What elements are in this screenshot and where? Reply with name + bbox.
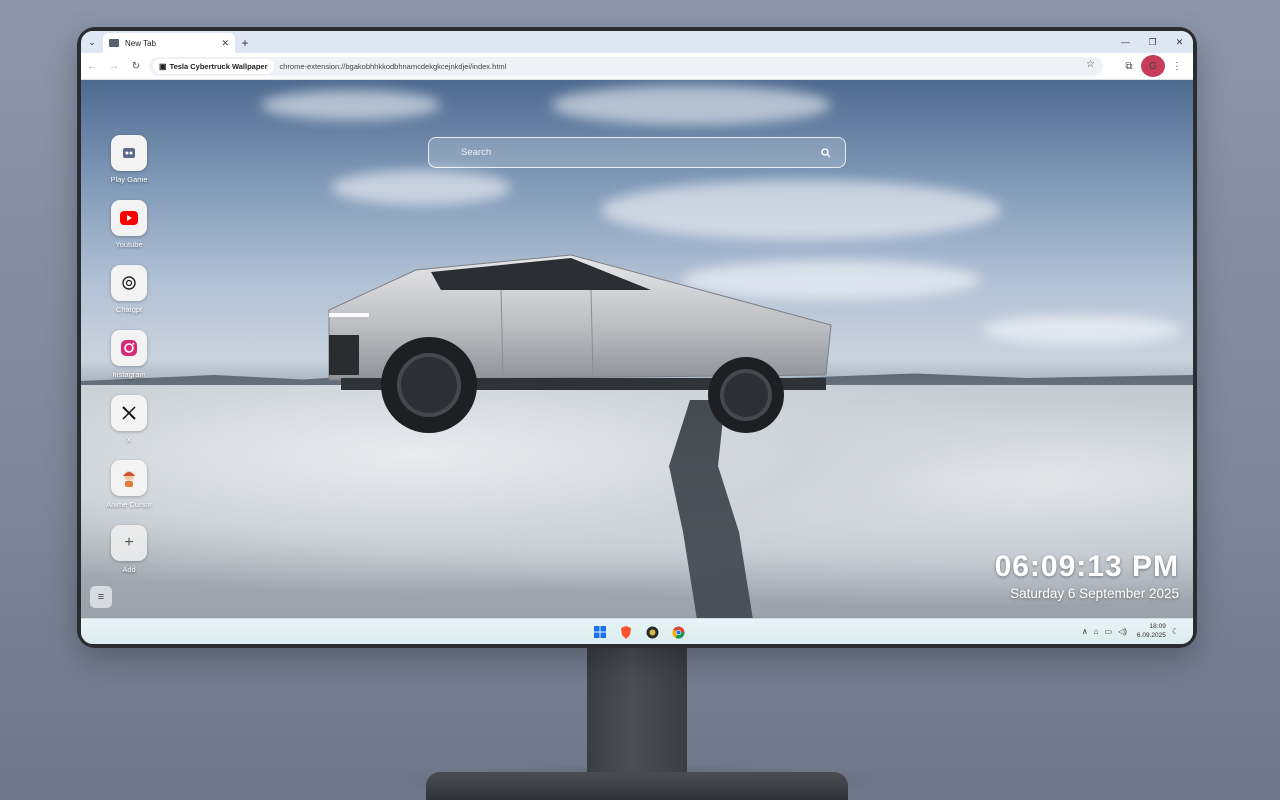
shortcut-instagram[interactable]: Instagram [103,330,155,385]
url-text: chrome-extension://bgakobhhkkodbhnamcdek… [279,62,507,71]
search-input[interactable] [461,147,819,158]
youtube-icon [111,200,147,236]
browser-toolbar: ← → ↻ ▣ Tesla Cybertruck Wallpaper chrom… [81,53,1193,80]
close-tab-icon[interactable]: ✕ [221,38,229,49]
shortcut-youtube[interactable]: Youtube [103,200,155,255]
game-icon [111,135,147,171]
taskbar-apps [587,623,691,641]
clock-widget: 06:09:13 PM Saturday 6 September 2025 [995,550,1179,601]
network-icon[interactable]: ⌂ [1094,627,1099,636]
shortcut-label: Add [122,565,136,574]
shortcut-anime-cursor[interactable]: Anime Cursor [103,460,155,515]
window-controls: — ❐ ✕ [1112,31,1193,53]
profile-avatar: G [1141,55,1165,77]
more-menu-icon[interactable]: ⋮ [1165,55,1189,77]
cloud-shape [601,180,1001,240]
new-tab-button[interactable]: + [235,33,255,53]
site-chip-label: Tesla Cybertruck Wallpaper [169,62,268,71]
forward-arrow-icon[interactable]: → [103,55,125,77]
windows-start-icon[interactable] [587,623,613,641]
bookmark-star-icon[interactable]: ☆ [1086,59,1095,70]
system-tray: ∧ ⌂ ▭ ◁) 18:09 6.09.2025 ☾ [1082,622,1185,640]
search-bar[interactable] [428,137,846,168]
chatgpt-icon [111,265,147,301]
chevron-up-icon[interactable]: ∧ [1082,627,1088,636]
cloud-shape [981,315,1181,345]
cloud-shape [331,170,511,205]
tab-favicon-icon [109,39,119,47]
shortcut-play-game[interactable]: Play Game [103,135,155,190]
minimize-icon[interactable]: — [1112,31,1139,53]
toolbar-actions: ⧉ G ⋮ [1117,55,1189,77]
back-arrow-icon[interactable]: ← [81,55,103,77]
tab-search-button[interactable]: ⌄ [81,31,103,53]
taskbar-date: 6.09.2025 [1136,632,1166,639]
chrome-browser-icon[interactable] [665,623,691,641]
shortcut-label: Instagram [112,370,146,379]
clock-date: Saturday 6 September 2025 [1010,586,1179,601]
address-bar[interactable]: ▣ Tesla Cybertruck Wallpaper chrome-exte… [149,57,1103,76]
rear-wheel [708,357,784,433]
reload-icon[interactable]: ↻ [125,55,147,77]
display-icon[interactable]: ▭ [1105,627,1113,636]
search-icon[interactable] [819,146,833,160]
extensions-puzzle-icon[interactable]: ⧉ [1117,55,1141,77]
cloud-shape [551,85,831,125]
shortcut-x[interactable]: X [103,395,155,450]
anime-cursor-icon [111,460,147,496]
tab-title: New Tab [125,38,156,48]
extension-page-icon: ▣ [159,62,167,71]
clock-time: 06:09:13 PM [994,550,1179,583]
plus-icon: + [111,525,147,561]
shortcut-add[interactable]: + Add [103,525,155,580]
site-info-chip[interactable]: ▣ Tesla Cybertruck Wallpaper [153,59,274,74]
front-wheel [381,337,477,433]
shortcut-list: Play Game Youtube Chatgpt Instagram X An… [103,135,155,590]
cloud-shape [261,90,441,120]
shortcut-chatgpt[interactable]: Chatgpt [103,265,155,320]
tab-strip: ⌄ New Tab ✕ + — ❐ ✕ [81,31,1193,53]
shortcut-label: X [126,435,132,444]
profile-button[interactable]: G [1141,55,1165,77]
instagram-icon [111,330,147,366]
monitor-stand-base [426,772,848,800]
cybertruck-image [328,254,832,433]
new-tab-page: Play Game Youtube Chatgpt Instagram [81,80,1193,618]
taskbar-time: 18:09 [1149,623,1166,630]
x-icon [111,395,147,431]
windows-taskbar: ∧ ⌂ ▭ ◁) 18:09 6.09.2025 ☾ [81,618,1193,644]
taskbar-clock[interactable]: 18:09 6.09.2025 [1137,622,1166,640]
shortcut-label: Youtube [115,240,143,249]
monitor-screen: ⌄ New Tab ✕ + — ❐ ✕ ← → ↻ ▣ Tesla Cybert… [81,31,1193,644]
tab-new-tab[interactable]: New Tab ✕ [103,33,235,53]
restore-icon[interactable]: ❐ [1139,31,1166,53]
volume-icon[interactable]: ◁) [1118,627,1127,636]
shortcut-label: Chatgpt [115,305,143,314]
monitor-stand-neck [587,640,687,784]
brave-browser-icon[interactable] [613,623,639,641]
xbox-app-icon[interactable] [639,623,665,641]
close-window-icon[interactable]: ✕ [1166,31,1193,53]
notifications-icon[interactable]: ☾ [1172,627,1179,636]
shortcut-label: Play Game [110,175,148,184]
menu-hamburger-icon[interactable]: ≡ [90,586,112,608]
shortcut-label: Anime Cursor [106,500,152,509]
